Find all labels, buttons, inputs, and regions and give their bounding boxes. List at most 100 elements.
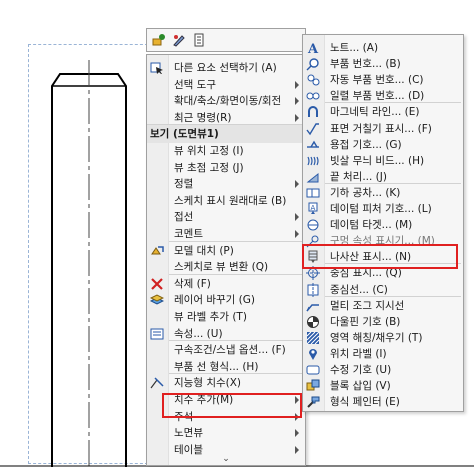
context-menu: 다른 요소 선택하기 (A) 선택 도구확대/축소/화면이동/회전최근 명령(R)… [146,54,306,466]
note-icon: A [305,40,321,56]
context-menu-item[interactable]: 뷰 초점 고정 (J) [147,159,305,177]
hole-callout-icon [305,233,321,249]
menu-item-label: 최근 명령(R) [174,111,232,124]
menu-item-label: 속성... (U) [174,327,223,340]
balloon-icon [305,56,321,72]
datum-feature-icon: A [305,201,321,217]
area-hatch-icon [305,330,321,346]
properties-icon [149,326,165,342]
submenu-item-label: 다울핀 기호 (B) [330,315,401,328]
submenu-arrow-icon [295,445,299,454]
submenu-item-label: 끝 처리... (J) [330,170,387,183]
annotation-submenu: A 노트... (A) 부품 번호... (B) 자동 부품 번호... (C) 일렬 … [302,34,464,412]
select-other-icon [149,60,165,76]
smart-dimension-icon[interactable] [151,32,167,48]
svg-text:A: A [311,204,316,212]
magnetic-line-icon [305,104,321,120]
context-menu-item[interactable]: 주석 [147,408,305,426]
menu-item-label: 코멘트 [174,228,203,240]
menu-expand-chevron-icon[interactable]: ⌄ [147,454,305,464]
context-menu-item[interactable]: 치수 추가(M) [147,391,305,409]
context-menu-item[interactable]: 모델 대치 (P) [147,242,305,260]
cosmetic-thread-icon [305,249,321,265]
context-menu-item[interactable]: 뷰 위치 고정 (I) [147,142,305,160]
submenu-item-label: 데이텀 피처 기호... (L) [330,203,432,215]
submenu-arrow-icon [295,396,299,404]
submenu-item-label: 기하 공차... (K) [330,186,401,199]
context-menu-item[interactable]: 정렬 [147,175,305,193]
menu-item-label: 선택 도구 [174,78,216,91]
context-menu-item[interactable]: 레이어 바꾸기 (G) [147,291,305,309]
svg-text:A: A [307,42,319,55]
submenu-item-label: 빗살 무늬 비드... (H) [330,154,425,167]
dowel-pin-icon [305,314,321,330]
submenu-arrow-icon [295,80,299,89]
context-menu-item[interactable]: 지능형 치수(X) [147,374,305,392]
menu-item-label: 뷰 라벨 추가 (T) [174,311,247,323]
menu-item-label: 구속조건/스냅 옵션... (F) [174,344,286,357]
submenu-item-label: 마그네틱 라인... (E) [330,106,420,119]
submenu-item-label: 중심 표시... (Q) [330,267,402,280]
smart-dimension-menu-icon [149,375,165,391]
menu-item-label: 접선 [174,211,194,224]
change-layer-icon [149,292,165,308]
submenu-item-label: 나사산 표시... (N) [330,251,412,264]
context-menu-item[interactable]: 확대/축소/화면이동/회전 [147,92,305,110]
context-menu-item[interactable]: 삭제 (F) [147,275,305,293]
submenu-item-label: 영역 해칭/채우기 (T) [330,331,423,344]
menu-item-label: 치수 추가(M) [174,394,234,406]
submenu-arrow-icon [295,113,299,122]
menu-item-label: 정렬 [174,178,194,191]
context-menu-item[interactable]: 선택 도구 [147,76,305,94]
menu-item-label: 보기 (도면뷰1) [150,128,219,141]
multi-jog-leader-icon [305,298,321,314]
submenu-arrow-icon [295,412,299,421]
menu-section-header: 보기 (도면뷰1) [147,125,305,144]
centerline-icon [305,282,321,298]
submenu-item-label: 형식 페인터 (E) [330,396,400,409]
menu-item-label: 지능형 치수(X) [174,377,242,390]
weld-bead-icon [305,153,321,169]
annotation-submenu-item[interactable]: 형식 페인터 (E) [303,393,463,411]
submenu-item-label: 용접 기호... (G) [330,138,402,151]
context-menu-item[interactable]: 스케치 표시 원래대로 (B) [147,192,305,210]
context-menu-item[interactable]: 뷰 라벨 추가 (T) [147,308,305,326]
weld-symbol-icon [305,137,321,153]
submenu-item-label: 중심선... (C) [330,283,388,296]
menu-item-label: 다른 요소 선택하기 (A) [174,62,277,74]
submenu-arrow-icon [295,429,299,438]
geometric-tolerance-icon [305,185,321,201]
menu-item-label: 부품 선 형식... (H) [174,360,259,373]
submenu-arrow-icon [295,213,299,222]
menu-item-label: 뷰 위치 고정 (I) [174,145,244,157]
document-properties-icon[interactable] [191,32,207,48]
menu-item-label: 모델 대치 (P) [174,244,234,257]
annotation-pen-icon[interactable] [171,32,187,48]
menu-item-label: 뷰 초점 고정 (J) [174,161,244,174]
location-label-icon [305,346,321,362]
context-menu-item[interactable]: 접선 [147,208,305,226]
submenu-item-label: 구멍 속성 표시기... (M) [330,235,435,248]
submenu-item-label: 수정 기호 (U) [330,364,392,376]
menu-item-label: 노면뷰 [174,427,203,440]
auto-balloon-icon [305,72,321,88]
revision-symbol-icon [305,362,321,378]
context-menu-item[interactable]: 다른 요소 선택하기 (A) [147,59,305,77]
insert-block-icon [305,378,321,394]
submenu-item-label: 데이텀 타겟... (M) [330,219,413,232]
context-menu-item[interactable]: 노면뷰 [147,424,305,442]
datum-target-icon [305,217,321,233]
submenu-arrow-icon [295,97,299,106]
format-painter-icon [305,394,321,410]
submenu-item-label: 블록 삽입 (V) [330,380,391,393]
center-mark-icon [305,265,321,281]
delete-icon [149,276,165,292]
submenu-item-label: 부품 번호... (B) [330,58,401,71]
context-toolbar [146,28,306,52]
menu-item-label: 확대/축소/화면이동/회전 [174,95,282,108]
submenu-item-label: 일렬 부품 번호... (D) [330,90,425,103]
menu-item-label: 스케치 표시 원래대로 (B) [174,194,287,207]
surface-finish-icon [305,121,321,137]
context-menu-item[interactable]: 구속조건/스냅 옵션... (F) [147,341,305,359]
menu-item-label: 주석 [174,410,194,423]
